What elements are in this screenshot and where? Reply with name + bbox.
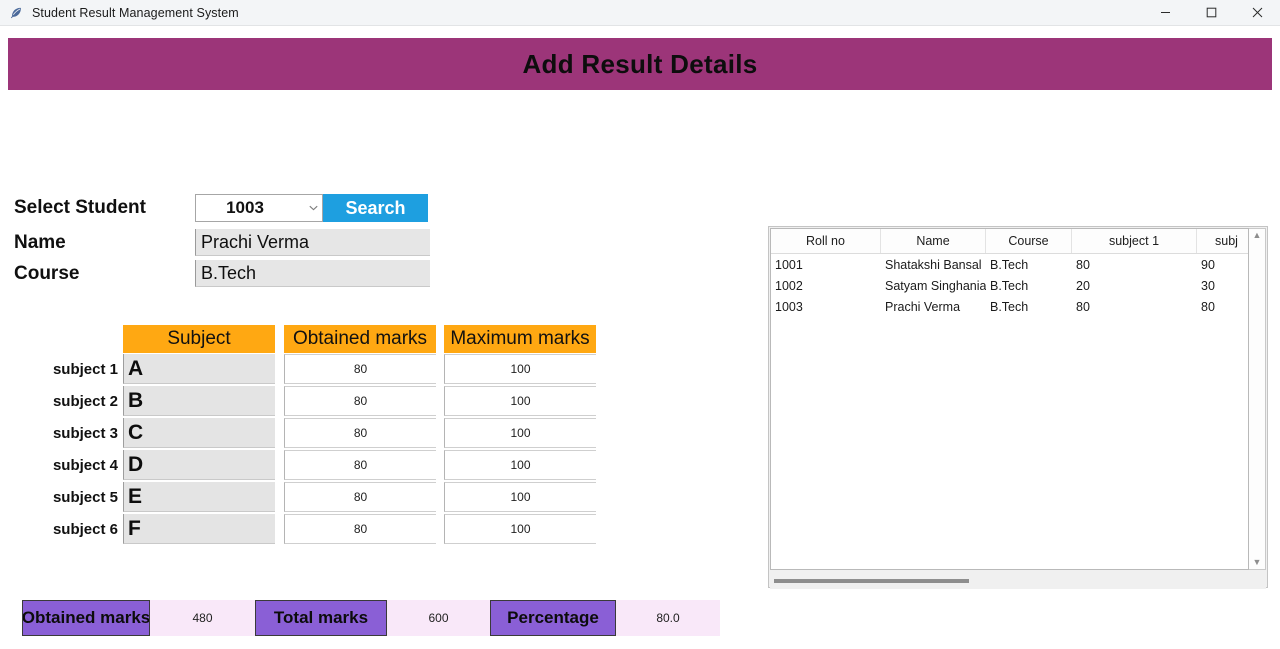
maximum-marks-input[interactable]: 100 <box>444 386 596 416</box>
window-title: Student Result Management System <box>32 5 239 20</box>
search-button[interactable]: Search <box>323 194 428 222</box>
records-column-header[interactable]: subject 1 <box>1072 229 1197 253</box>
subject-name-input[interactable]: A <box>123 354 275 384</box>
column-header-subject: Subject <box>123 325 275 353</box>
maximum-marks-input[interactable]: 100 <box>444 354 596 384</box>
records-column-header[interactable]: subj <box>1197 229 1248 253</box>
page-title: Add Result Details <box>522 48 758 79</box>
close-icon[interactable] <box>1234 0 1280 26</box>
maximum-marks-input[interactable]: 100 <box>444 418 596 448</box>
records-table-header: Roll no Name Course subject 1 subj <box>771 229 1248 254</box>
course-row: Course B.Tech <box>0 260 430 287</box>
main-content: Select Student 1003 Search Name Prachi V… <box>0 90 1280 649</box>
table-cell: 20 <box>1076 278 1090 293</box>
maximize-icon[interactable] <box>1188 0 1234 26</box>
table-cell: 80 <box>1201 299 1215 314</box>
obtained-marks-input[interactable]: 80 <box>284 450 436 480</box>
subject-row-label: subject 1 <box>52 361 118 378</box>
records-table-panel: Roll no Name Course subject 1 subj 1001 Shata… <box>768 226 1268 589</box>
page-header-banner: Add Result Details <box>8 38 1272 90</box>
student-roll-combobox[interactable]: 1003 <box>195 194 323 222</box>
table-cell: Shatakshi Bansal <box>885 257 982 272</box>
records-horizontal-scrollbar[interactable] <box>770 572 1266 589</box>
maximum-marks-input[interactable]: 100 <box>444 450 596 480</box>
subject-name-input[interactable]: D <box>123 450 275 480</box>
subject-row-label: subject 4 <box>52 457 118 474</box>
total-marks-value: 600 <box>428 611 449 625</box>
table-cell: 30 <box>1201 278 1215 293</box>
window-controls <box>1142 0 1280 26</box>
table-cell: 1001 <box>775 257 803 272</box>
scroll-up-arrow[interactable]: ▲ <box>1253 231 1262 240</box>
subject-row-label: subject 6 <box>52 521 118 538</box>
maximum-marks-input[interactable]: 100 <box>444 482 596 512</box>
maximum-marks-input[interactable]: 100 <box>444 514 596 544</box>
total-marks-button[interactable]: Total marks <box>255 600 387 636</box>
table-cell: Satyam Singhania <box>885 278 986 293</box>
records-table: Roll no Name Course subject 1 subj 1001 Shata… <box>770 228 1266 570</box>
select-student-row: Select Student 1003 Search <box>0 194 428 222</box>
table-cell: B.Tech <box>990 257 1029 272</box>
table-cell: 1003 <box>775 299 803 314</box>
records-table-body-area: Roll no Name Course subject 1 subj 1001 Shata… <box>770 228 1249 570</box>
percentage-value: 80.0 <box>656 611 680 625</box>
scroll-down-arrow[interactable]: ▼ <box>1253 558 1262 567</box>
table-row[interactable]: 1002 Satyam Singhania B.Tech 20 30 <box>771 275 1248 296</box>
name-row: Name Prachi Verma <box>0 229 430 256</box>
horizontal-scrollbar-thumb[interactable] <box>774 578 970 583</box>
column-header-maximum-marks: Maximum marks <box>444 325 596 353</box>
table-cell: 1002 <box>775 278 803 293</box>
obtained-marks-input[interactable]: 80 <box>284 418 436 448</box>
course-field[interactable]: B.Tech <box>195 260 430 287</box>
name-label: Name <box>14 231 66 253</box>
obtained-marks-input[interactable]: 80 <box>284 482 436 512</box>
feather-icon <box>8 5 24 21</box>
table-row[interactable]: 1001 Shatakshi Bansal B.Tech 80 90 <box>771 254 1248 275</box>
table-cell: B.Tech <box>990 278 1029 293</box>
chevron-down-icon <box>304 205 322 211</box>
records-column-header[interactable]: Roll no <box>771 229 881 253</box>
course-label: Course <box>14 262 80 284</box>
obtained-marks-input[interactable]: 80 <box>284 386 436 416</box>
subject-name-input[interactable]: C <box>123 418 275 448</box>
subject-row-label: subject 5 <box>52 489 118 506</box>
records-vertical-scrollbar[interactable]: ▲ ▼ <box>1249 228 1266 570</box>
table-cell: 90 <box>1201 257 1215 272</box>
obtained-marks-input[interactable]: 80 <box>284 514 436 544</box>
table-cell: B.Tech <box>990 299 1029 314</box>
subject-name-input[interactable]: E <box>123 482 275 512</box>
summary-bar: Obtained marks 480 Total marks 600 Perce… <box>22 600 720 636</box>
subject-name-input[interactable]: B <box>123 386 275 416</box>
table-row[interactable]: 1003 Prachi Verma B.Tech 80 80 <box>771 296 1248 317</box>
records-column-header[interactable]: Course <box>986 229 1072 253</box>
window-title-bar: Student Result Management System <box>0 0 1280 26</box>
records-column-header[interactable]: Name <box>881 229 986 253</box>
minimize-icon[interactable] <box>1142 0 1188 26</box>
obtained-marks-value: 480 <box>192 611 213 625</box>
table-cell: 80 <box>1076 299 1090 314</box>
subject-name-input[interactable]: F <box>123 514 275 544</box>
obtained-marks-input[interactable]: 80 <box>284 354 436 384</box>
name-field[interactable]: Prachi Verma <box>195 229 430 256</box>
student-roll-value: 1003 <box>226 198 264 217</box>
records-table-body: 1001 Shatakshi Bansal B.Tech 80 90 1002 Satyam… <box>771 254 1248 317</box>
column-header-obtained-marks: Obtained marks <box>284 325 436 353</box>
obtained-marks-button[interactable]: Obtained marks <box>22 600 150 636</box>
table-cell: Prachi Verma <box>885 299 961 314</box>
subject-row-label: subject 3 <box>52 425 118 442</box>
subject-row-label: subject 2 <box>52 393 118 410</box>
percentage-button[interactable]: Percentage <box>490 600 616 636</box>
table-cell: 80 <box>1076 257 1090 272</box>
select-student-label: Select Student <box>14 197 146 218</box>
